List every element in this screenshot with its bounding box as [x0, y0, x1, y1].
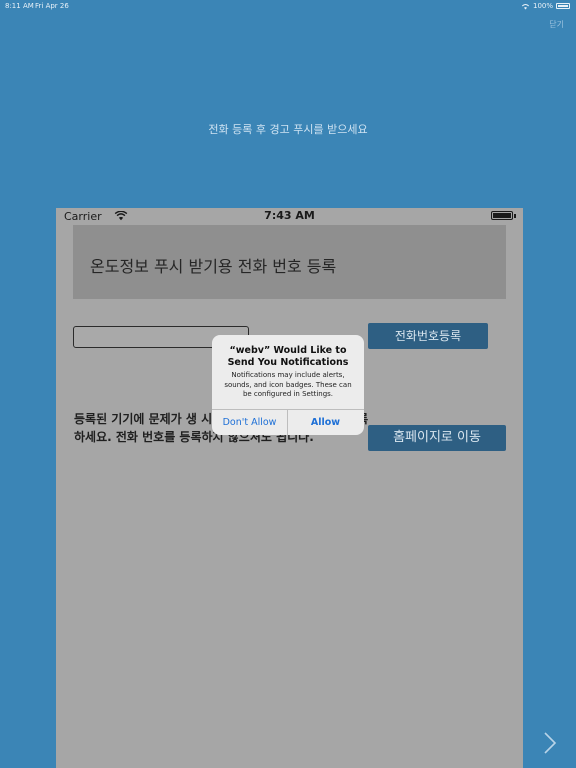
battery-icon	[491, 211, 513, 220]
phone-status-bar: Carrier 7:43 AM	[56, 208, 523, 224]
dont-allow-button[interactable]: Don't Allow	[212, 410, 287, 435]
phone-clock: 7:43 AM	[264, 209, 315, 222]
wifi-icon	[521, 3, 530, 9]
alert-message: Notifications may include alerts, sounds…	[224, 371, 352, 398]
alert-title: “webv” Would Like to Send You Notificati…	[227, 345, 349, 368]
chevron-right-icon[interactable]	[541, 730, 559, 756]
page-title: 온도정보 푸시 받기용 전화 번호 등록	[90, 257, 337, 276]
battery-tip	[514, 214, 516, 218]
phone-screen: Carrier 7:43 AM 온도정보 푸시 받기용 전화 번호 등록 전화번…	[56, 208, 523, 768]
register-phone-button[interactable]: 전화번호등록	[368, 323, 488, 349]
battery-percent: 100%	[532, 2, 553, 10]
outer-status-bar: 8:11 AM Fri Apr 26 100%	[0, 0, 576, 14]
title-box: 온도정보 푸시 받기용 전화 번호 등록	[73, 225, 506, 299]
status-time: 8:11 AM	[5, 2, 34, 10]
battery-icon	[556, 3, 570, 9]
close-button[interactable]: 닫기	[549, 19, 564, 30]
allow-button[interactable]: Allow	[288, 410, 363, 435]
go-homepage-button[interactable]: 홈페이지로 이동	[368, 425, 506, 451]
notification-alert: “webv” Would Like to Send You Notificati…	[212, 335, 364, 435]
status-date: Fri Apr 26	[35, 2, 69, 10]
banner-text: 전화 등록 후 경고 푸시를 받으세요	[208, 123, 368, 136]
status-right: 100%	[521, 2, 570, 10]
